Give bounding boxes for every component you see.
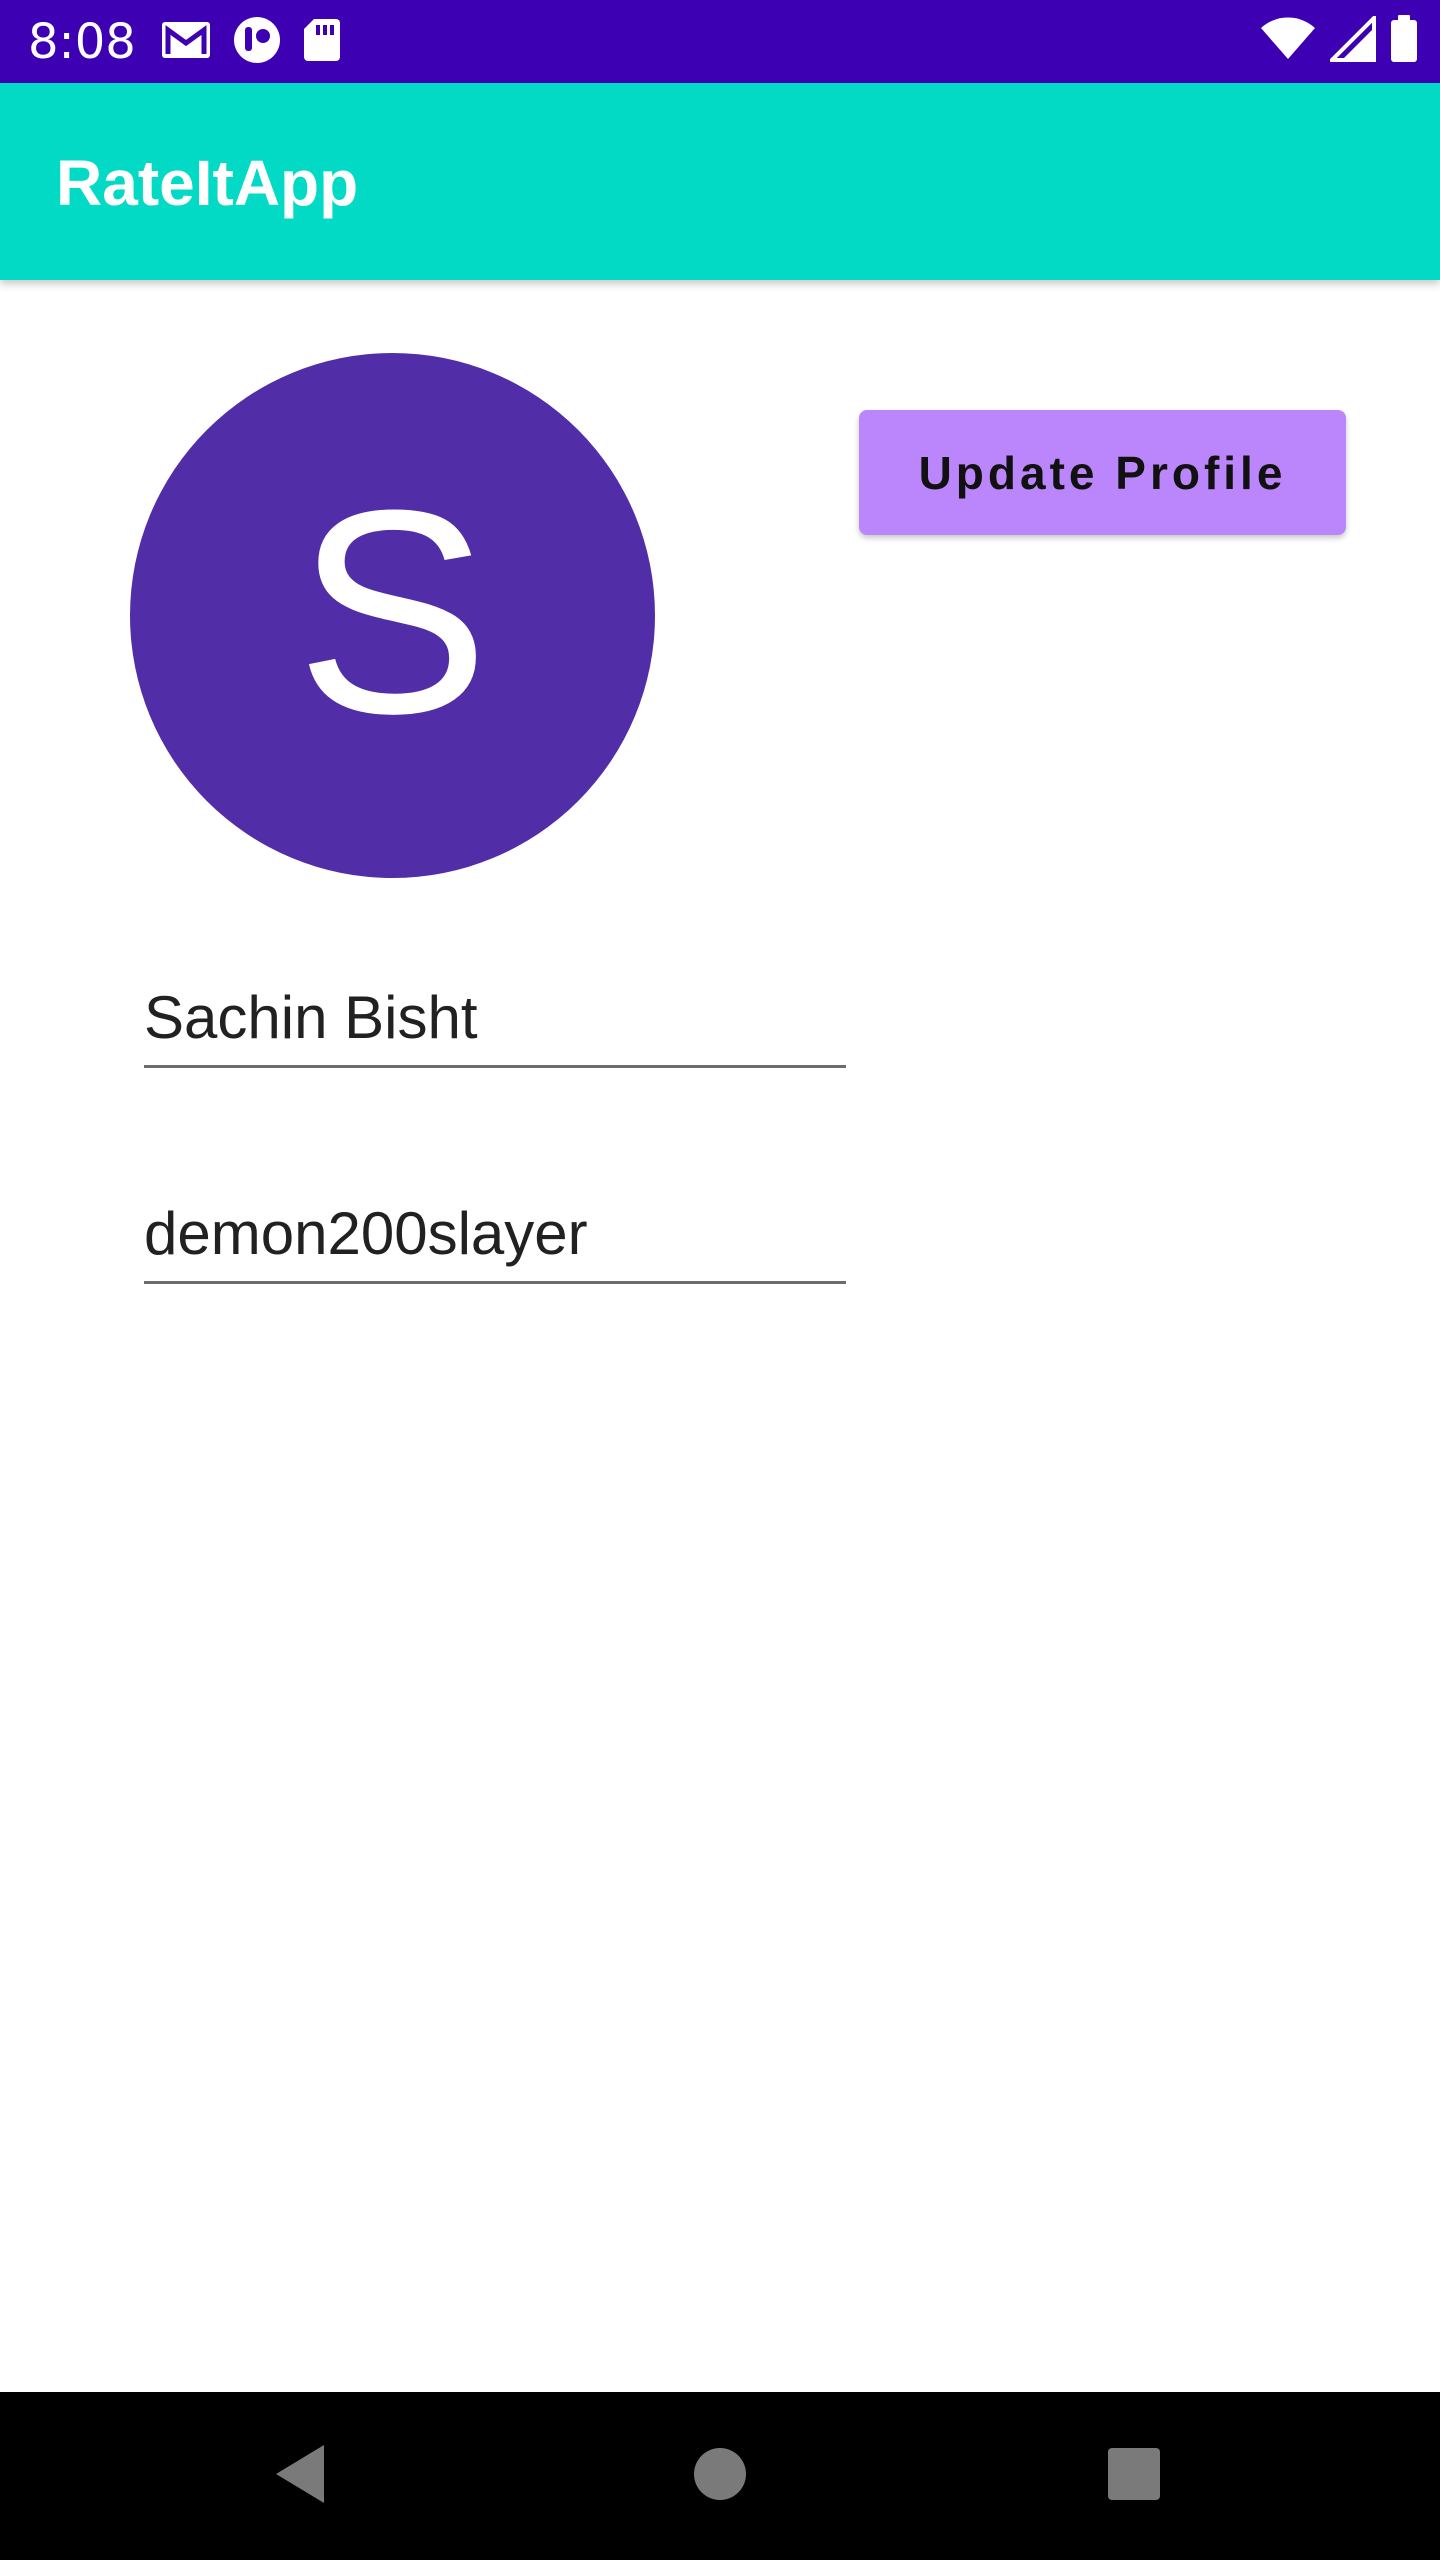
back-icon	[272, 2443, 328, 2510]
recents-button[interactable]	[1094, 2436, 1174, 2516]
username-field-value: demon200slayer	[144, 1200, 588, 1267]
system-icons	[1260, 12, 1418, 68]
app-bar: RateItApp	[0, 83, 1440, 280]
app-title: RateItApp	[56, 147, 359, 219]
status-time: 8:08	[28, 14, 136, 70]
home-button[interactable]	[680, 2436, 760, 2516]
avatar[interactable]: S	[130, 353, 655, 878]
status-bar: 8:08	[0, 0, 1440, 83]
cell-signal-icon	[1327, 12, 1376, 67]
navigation-bar	[0, 2392, 1440, 2560]
name-field[interactable]: Sachin Bisht	[144, 975, 846, 1068]
gmail-icon	[160, 20, 212, 65]
battery-icon	[1390, 14, 1418, 68]
home-icon	[692, 2446, 748, 2507]
back-button[interactable]	[260, 2436, 340, 2516]
recents-icon	[1106, 2446, 1162, 2507]
update-profile-button[interactable]: Update Profile	[859, 410, 1346, 535]
notification-icons	[160, 15, 342, 70]
app-notification-icon	[232, 15, 282, 70]
avatar-letter: S	[295, 449, 490, 774]
wifi-icon	[1260, 17, 1316, 66]
sd-card-icon	[302, 17, 342, 68]
username-field[interactable]: demon200slayer	[144, 1191, 846, 1284]
name-field-value: Sachin Bisht	[144, 984, 478, 1051]
